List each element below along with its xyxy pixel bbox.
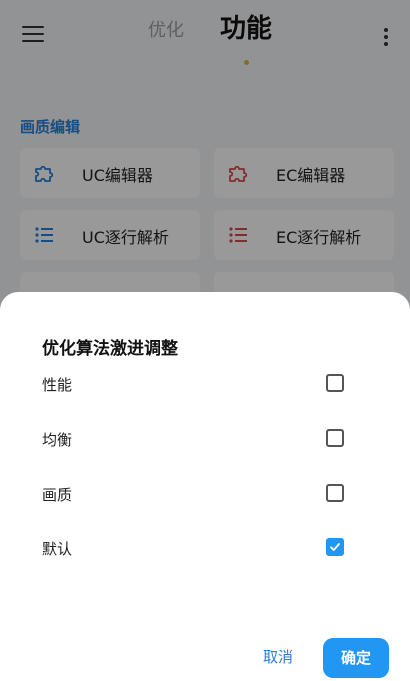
cancel-button[interactable]: 取消 — [258, 642, 298, 672]
option-quality[interactable]: 画质 — [0, 474, 410, 514]
option-label: 画质 — [42, 486, 73, 504]
option-default[interactable]: 默认 — [0, 528, 410, 568]
option-label: 均衡 — [42, 431, 73, 449]
default-checkbox[interactable] — [326, 538, 344, 556]
option-label: 默认 — [42, 540, 73, 558]
option-label: 性能 — [42, 376, 73, 394]
performance-checkbox[interactable] — [326, 374, 344, 392]
option-balanced[interactable]: 均衡 — [0, 419, 410, 459]
check-icon — [330, 543, 340, 551]
confirm-button[interactable]: 确定 — [323, 638, 389, 678]
quality-checkbox[interactable] — [326, 484, 344, 502]
optimize-algorithm-dialog: 优化算法激进调整 性能 均衡 画质 默认 取消 确定 — [0, 292, 410, 681]
option-performance[interactable]: 性能 — [0, 364, 410, 404]
dialog-title: 优化算法激进调整 — [42, 339, 178, 359]
balanced-checkbox[interactable] — [326, 429, 344, 447]
